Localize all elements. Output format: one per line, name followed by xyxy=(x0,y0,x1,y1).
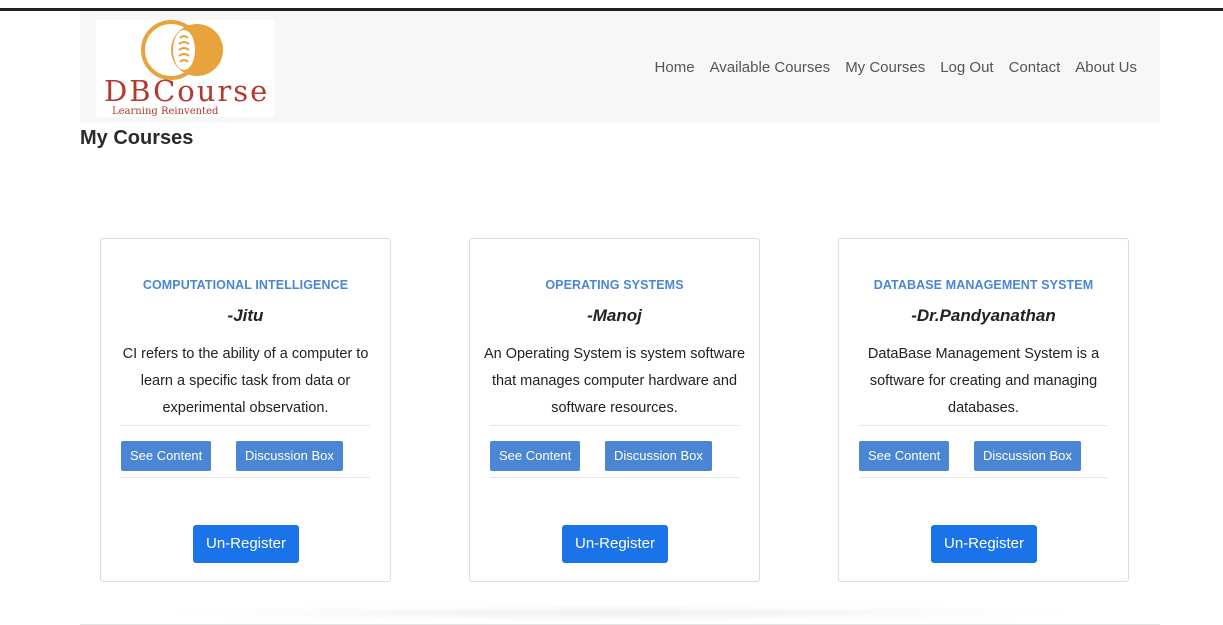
unregister-button[interactable]: Un-Register xyxy=(193,525,299,563)
course-description: CI refers to the ability of a computer t… xyxy=(122,346,369,416)
discussion-box-button[interactable]: Discussion Box xyxy=(236,441,343,471)
see-content-button[interactable]: See Content xyxy=(859,441,950,471)
logo-tagline: Learning Reinvented xyxy=(112,106,219,117)
divider xyxy=(859,425,1108,426)
unregister-button[interactable]: Un-Register xyxy=(562,525,668,563)
see-content-button[interactable]: See Content xyxy=(121,441,212,471)
footer-shadow xyxy=(160,605,1080,621)
divider xyxy=(121,425,370,426)
course-description: DataBase Management System is a software… xyxy=(867,346,1100,416)
divider xyxy=(121,477,370,478)
logo-text: DBCourse xyxy=(104,74,269,108)
course-title: DATABASE MANAGEMENT SYSTEM xyxy=(873,278,1094,292)
brand-logo[interactable]: DBCourse Learning Reinvented xyxy=(96,20,274,117)
nav-about-us[interactable]: About Us xyxy=(1075,59,1137,76)
course-card: DATABASE MANAGEMENT SYSTEM -Dr.Pandyanat… xyxy=(838,238,1129,582)
nav-home[interactable]: Home xyxy=(655,59,695,76)
nav-contact[interactable]: Contact xyxy=(1009,59,1061,76)
divider xyxy=(490,425,739,426)
unregister-button[interactable]: Un-Register xyxy=(931,525,1037,563)
course-title: COMPUTATIONAL INTELLIGENCE xyxy=(142,278,349,292)
nav-my-courses[interactable]: My Courses xyxy=(845,59,925,76)
course-description: An Operating System is system software t… xyxy=(483,346,746,416)
logo-graphic: DBCourse Learning Reinvented xyxy=(104,20,269,117)
discussion-box-button[interactable]: Discussion Box xyxy=(605,441,712,471)
course-author: -Manoj xyxy=(587,306,642,325)
nav-links: Home Available Courses My Courses Log Ou… xyxy=(640,59,1137,76)
course-card: OPERATING SYSTEMS -Manoj An Operating Sy… xyxy=(469,238,760,582)
divider xyxy=(490,477,739,478)
course-author: -Dr.Pandyanathan xyxy=(911,306,1056,325)
navbar: DBCourse Learning Reinvented Home Availa… xyxy=(80,11,1160,123)
course-card: COMPUTATIONAL INTELLIGENCE -Jitu CI refe… xyxy=(100,238,391,582)
page-title: My Courses xyxy=(80,127,194,149)
course-title: OPERATING SYSTEMS xyxy=(545,278,684,292)
course-author: -Jitu xyxy=(227,306,264,325)
nav-log-out[interactable]: Log Out xyxy=(940,59,993,76)
see-content-button[interactable]: See Content xyxy=(490,441,581,471)
discussion-box-button[interactable]: Discussion Box xyxy=(974,441,1081,471)
divider xyxy=(859,477,1108,478)
nav-available-courses[interactable]: Available Courses xyxy=(710,59,831,76)
